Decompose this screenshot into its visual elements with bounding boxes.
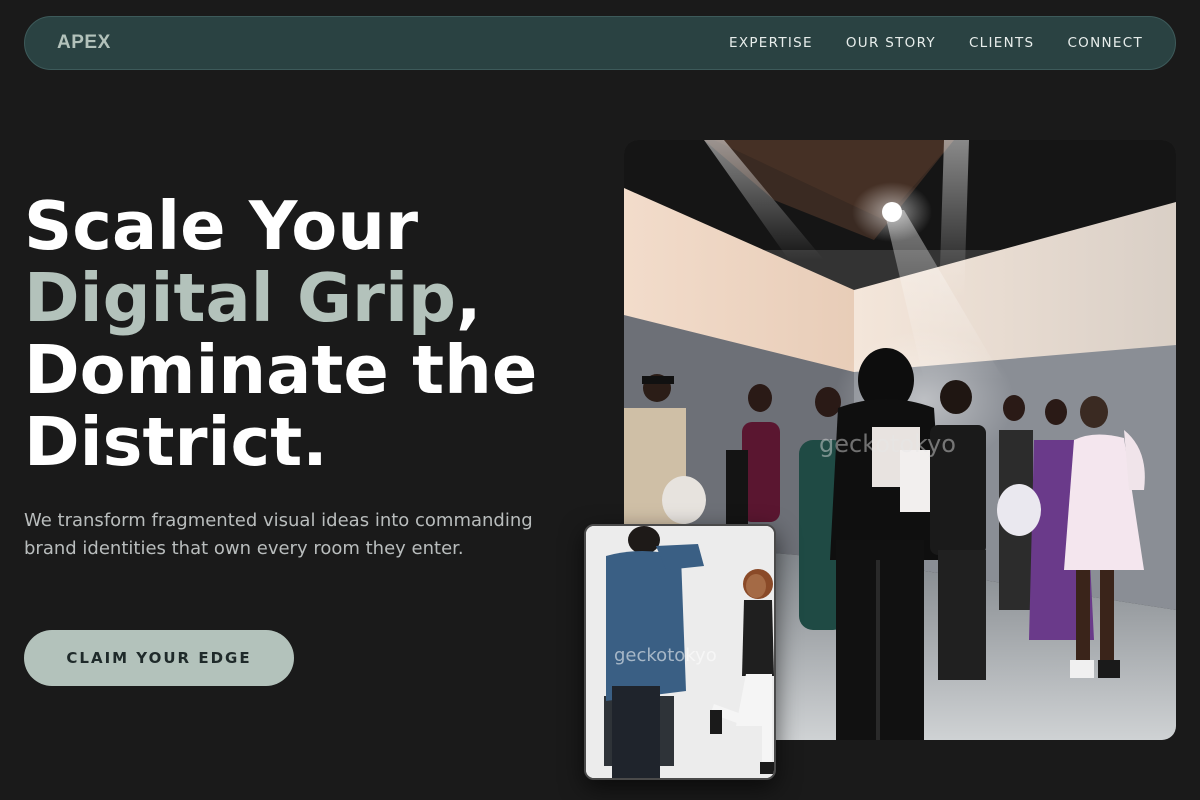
- inset-photo-watermark: geckotokyo: [614, 645, 717, 666]
- headline-comma: ,: [456, 259, 482, 337]
- nav-links: EXPERTISE OUR STORY CLIENTS CONNECT: [729, 35, 1143, 51]
- landing-page: APEX EXPERTISE OUR STORY CLIENTS CONNECT…: [0, 0, 1200, 800]
- hero-subtext: We transform fragmented visual ideas int…: [24, 510, 533, 559]
- nav-link-expertise[interactable]: EXPERTISE: [729, 35, 813, 51]
- hero-headline: Scale Your Digital Grip, Dominate the Di…: [24, 190, 604, 478]
- brand-logo[interactable]: APEX: [57, 32, 111, 54]
- photographer-scene-illustration: geckotokyo: [586, 526, 774, 778]
- nav-link-our-story[interactable]: OUR STORY: [846, 35, 936, 51]
- main-photo-watermark: geckotokyo: [819, 430, 956, 458]
- photographer-inset-photo: geckotokyo: [584, 524, 776, 780]
- top-navbar: APEX EXPERTISE OUR STORY CLIENTS CONNECT: [24, 16, 1176, 70]
- nav-link-connect[interactable]: CONNECT: [1067, 35, 1143, 51]
- nav-link-clients[interactable]: CLIENTS: [969, 35, 1034, 51]
- headline-line-3: Dominate the: [24, 331, 538, 409]
- headline-line-4: District.: [24, 403, 328, 481]
- headline-accent: Digital Grip: [24, 259, 456, 337]
- headline-line-1: Scale Your: [24, 187, 419, 265]
- claim-your-edge-button[interactable]: CLAIM YOUR EDGE: [24, 630, 294, 686]
